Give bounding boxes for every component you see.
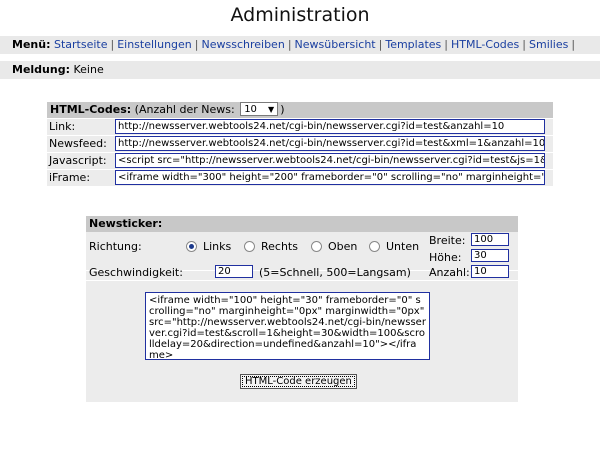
ticker-code-textarea[interactable]: <iframe width="100" height="30" framebor… xyxy=(145,292,430,360)
code-label: Link: xyxy=(49,120,76,133)
news-count-select[interactable]: 10 ▼ xyxy=(240,102,279,116)
direction-option-links[interactable]: Links xyxy=(186,240,231,253)
html-codes-header: HTML-Codes: (Anzahl der News: 10 ▼) xyxy=(47,102,553,118)
iframe-code-field[interactable]: <iframe width="300" height="200" framebo… xyxy=(115,170,545,185)
code-label: Javascript: xyxy=(49,154,107,167)
menu-separator: | xyxy=(194,38,199,51)
newsticker-panel: Newsticker: Richtung: Links Rechts Oben … xyxy=(86,216,518,402)
code-row-link: Link: http://newsserver.webtools24.net/c… xyxy=(47,119,553,135)
menu-item-newsschreiben[interactable]: Newsschreiben xyxy=(202,38,285,51)
radio-selected-icon xyxy=(186,240,197,252)
radio-icon xyxy=(369,240,380,252)
menu-separator: | xyxy=(522,38,526,51)
chevron-down-icon: ▼ xyxy=(268,105,275,114)
menu-item-startseite[interactable]: Startseite xyxy=(54,38,108,51)
menu-item-templates[interactable]: Templates xyxy=(385,38,441,51)
code-label: Newsfeed: xyxy=(49,137,107,150)
row-divider xyxy=(86,280,518,281)
speed-label: Geschwindigkeit: xyxy=(89,266,183,279)
direction-label: Richtung: xyxy=(89,240,142,253)
count-label: Anzahl: xyxy=(429,266,470,279)
menu-separator: | xyxy=(287,38,292,51)
direction-option-oben[interactable]: Oben xyxy=(311,240,357,253)
code-row-iframe: iFrame: <iframe width="300" height="200"… xyxy=(47,170,553,186)
menu-item-einstellungen[interactable]: Einstellungen xyxy=(117,38,192,51)
menu-separator: | xyxy=(571,38,576,51)
code-label: iFrame: xyxy=(49,171,91,184)
width-input[interactable]: 100 xyxy=(471,233,509,246)
message-value: Keine xyxy=(73,63,104,76)
speed-hint: (5=Schnell, 500=Langsam) xyxy=(259,266,411,279)
newsticker-title: Newsticker: xyxy=(86,216,518,232)
code-row-newsfeed: Newsfeed: http://newsserver.webtools24.n… xyxy=(47,136,553,152)
html-codes-panel: HTML-Codes: (Anzahl der News: 10 ▼) Link:… xyxy=(47,102,553,186)
menu-separator: | xyxy=(444,38,448,51)
radio-icon xyxy=(244,240,255,252)
radio-icon xyxy=(311,240,322,252)
message-label: Meldung: xyxy=(12,63,70,76)
menu-item-newsuebersicht[interactable]: Newsübersicht xyxy=(295,38,376,51)
speed-input[interactable]: 20 xyxy=(215,265,253,278)
direction-option-rechts[interactable]: Rechts xyxy=(244,240,298,253)
page-title: Administration xyxy=(230,4,370,26)
menu-label: Menü: xyxy=(12,38,51,51)
menu-item-smilies[interactable]: Smilies xyxy=(529,38,568,51)
menu-bar: Menü: Startseite | Einstellungen | Newsschre… xyxy=(0,36,600,54)
message-bar: Meldung: Keine xyxy=(0,61,600,79)
code-row-javascript: Javascript: <script src="http://newsserv… xyxy=(47,153,553,169)
width-label: Breite: xyxy=(429,234,466,247)
menu-separator: | xyxy=(110,38,115,51)
generate-code-button[interactable]: HTML-Code erzeugen xyxy=(240,374,357,389)
javascript-code-field[interactable]: <script src="http://newsserver.webtools2… xyxy=(115,153,545,168)
link-code-field[interactable]: http://newsserver.webtools24.net/cgi-bin… xyxy=(115,119,545,134)
menu-separator: | xyxy=(378,38,383,51)
height-label: Höhe: xyxy=(429,251,462,264)
newsfeed-code-field[interactable]: http://newsserver.webtools24.net/cgi-bin… xyxy=(115,136,545,151)
height-input[interactable]: 30 xyxy=(471,249,509,262)
news-count-close: ) xyxy=(280,103,285,116)
menu-item-html-codes[interactable]: HTML-Codes xyxy=(451,38,519,51)
count-input[interactable]: 10 xyxy=(471,265,509,278)
html-codes-title: HTML-Codes: xyxy=(50,103,132,116)
news-count-label: (Anzahl der News: xyxy=(134,103,235,116)
direction-option-unten[interactable]: Unten xyxy=(369,240,419,253)
